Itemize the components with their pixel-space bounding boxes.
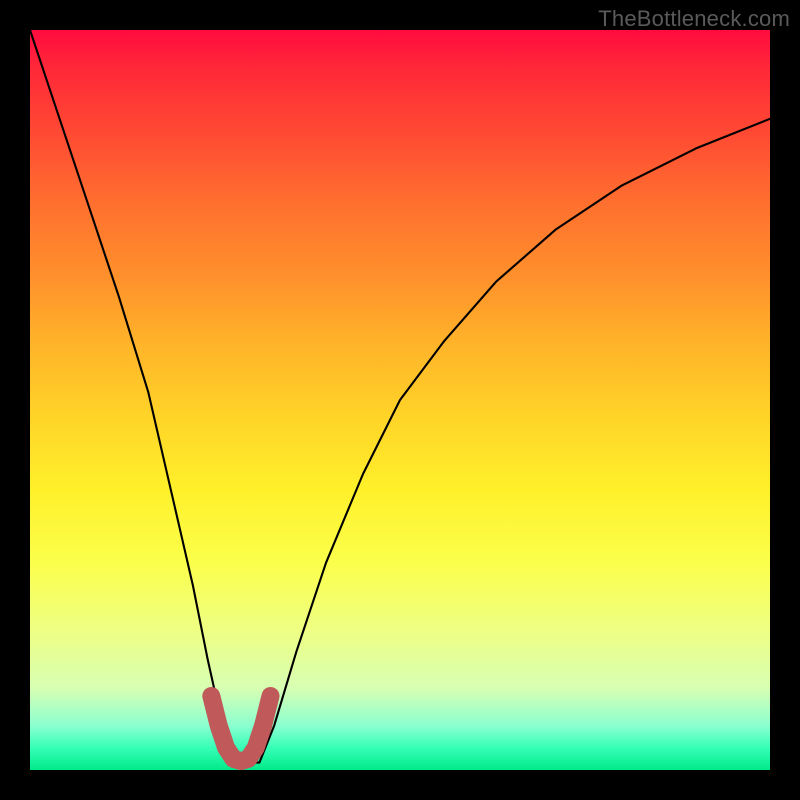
curve-layer	[30, 30, 770, 770]
watermark-text: TheBottleneck.com	[598, 6, 790, 32]
plot-area	[30, 30, 770, 770]
chart-frame: TheBottleneck.com	[0, 0, 800, 800]
u-region-highlight	[211, 696, 270, 761]
bottleneck-curve	[30, 30, 770, 763]
